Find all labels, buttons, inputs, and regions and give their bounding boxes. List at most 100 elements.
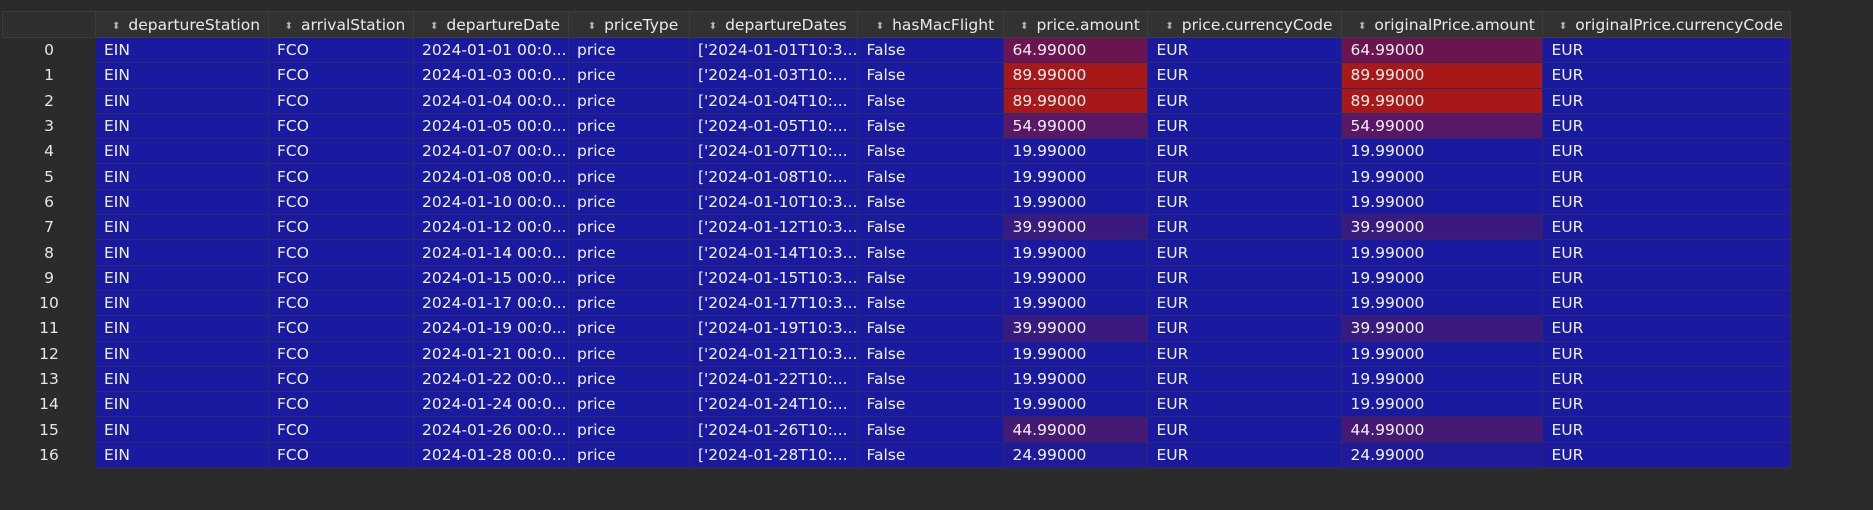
- table-cell[interactable]: EIN: [95, 36, 269, 64]
- table-cell[interactable]: price: [568, 214, 690, 241]
- table-cell[interactable]: False: [857, 441, 1005, 469]
- table-cell[interactable]: 2024-01-24 00:0...: [413, 391, 569, 418]
- table-cell[interactable]: 2024-01-12 00:0...: [413, 214, 569, 241]
- column-header[interactable]: ⬍ departureDate: [413, 11, 569, 38]
- table-cell[interactable]: price: [568, 138, 690, 165]
- table-cell[interactable]: FCO: [268, 62, 414, 89]
- table-row[interactable]: 3 EIN FCO 2024-01-05 00:0... price ['2024-01-…: [2, 112, 1792, 140]
- table-cell[interactable]: FCO: [268, 441, 414, 469]
- table-cell[interactable]: 2024-01-26 00:0...: [413, 416, 569, 443]
- sort-icon[interactable]: ⬍: [1559, 21, 1567, 32]
- table-cell[interactable]: 19.99000: [1341, 239, 1544, 266]
- table-cell[interactable]: EIN: [95, 188, 269, 216]
- sort-icon[interactable]: ⬍: [709, 21, 717, 32]
- table-cell[interactable]: 89.99000: [1003, 87, 1149, 114]
- column-header[interactable]: ⬍ originalPrice.amount: [1341, 11, 1544, 38]
- table-cell[interactable]: EUR: [1542, 264, 1792, 291]
- table-cell[interactable]: 19.99000: [1003, 264, 1149, 291]
- table-row[interactable]: 6 EIN FCO 2024-01-10 00:0... price ['2024-01-…: [2, 188, 1792, 216]
- table-cell[interactable]: 44.99000: [1003, 416, 1149, 443]
- table-cell[interactable]: False: [857, 138, 1005, 165]
- table-cell[interactable]: False: [857, 340, 1005, 367]
- table-cell[interactable]: EIN: [95, 441, 269, 469]
- table-cell[interactable]: 2024-01-17 00:0...: [413, 289, 569, 317]
- table-cell[interactable]: False: [857, 239, 1005, 266]
- table-cell[interactable]: EIN: [95, 138, 269, 165]
- table-cell[interactable]: ['2024-01-19T10:3...: [688, 315, 859, 342]
- table-cell[interactable]: EUR: [1147, 188, 1343, 216]
- table-cell[interactable]: False: [857, 264, 1005, 291]
- table-cell[interactable]: EUR: [1147, 239, 1343, 266]
- table-cell[interactable]: FCO: [268, 340, 414, 367]
- table-cell[interactable]: price: [568, 391, 690, 418]
- table-cell[interactable]: 2024-01-19 00:0...: [413, 315, 569, 342]
- table-cell[interactable]: EIN: [95, 62, 269, 89]
- table-cell[interactable]: EUR: [1542, 163, 1792, 190]
- table-cell[interactable]: False: [857, 214, 1005, 241]
- table-cell[interactable]: EUR: [1542, 87, 1792, 114]
- table-row[interactable]: 7 EIN FCO 2024-01-12 00:0... price ['2024-01-…: [2, 214, 1792, 241]
- column-header[interactable]: ⬍ originalPrice.currencyCode: [1542, 11, 1792, 38]
- table-cell[interactable]: EUR: [1147, 365, 1343, 393]
- table-cell[interactable]: EUR: [1147, 289, 1343, 317]
- table-cell[interactable]: EUR: [1542, 340, 1792, 367]
- column-header[interactable]: ⬍ price.currencyCode: [1147, 11, 1343, 38]
- table-cell[interactable]: EUR: [1542, 112, 1792, 140]
- table-cell[interactable]: False: [857, 391, 1005, 418]
- table-cell[interactable]: EIN: [95, 239, 269, 266]
- table-cell[interactable]: 2024-01-21 00:0...: [413, 340, 569, 367]
- table-cell[interactable]: FCO: [268, 239, 414, 266]
- sort-icon[interactable]: ⬍: [1358, 21, 1366, 32]
- table-cell[interactable]: False: [857, 416, 1005, 443]
- table-cell[interactable]: ['2024-01-05T10:...: [688, 112, 859, 140]
- table-cell[interactable]: price: [568, 239, 690, 266]
- table-cell[interactable]: False: [857, 365, 1005, 393]
- table-cell[interactable]: FCO: [268, 36, 414, 64]
- table-cell[interactable]: False: [857, 62, 1005, 89]
- table-cell[interactable]: 54.99000: [1003, 112, 1149, 140]
- table-cell[interactable]: EIN: [95, 365, 269, 393]
- table-cell[interactable]: False: [857, 289, 1005, 317]
- sort-icon[interactable]: ⬍: [285, 21, 293, 32]
- table-cell[interactable]: ['2024-01-21T10:3...: [688, 340, 859, 367]
- table-cell[interactable]: EIN: [95, 391, 269, 418]
- table-cell[interactable]: 19.99000: [1003, 239, 1149, 266]
- table-cell[interactable]: EUR: [1147, 36, 1343, 64]
- table-cell[interactable]: price: [568, 264, 690, 291]
- table-cell[interactable]: EUR: [1147, 214, 1343, 241]
- table-cell[interactable]: 2024-01-04 00:0...: [413, 87, 569, 114]
- table-cell[interactable]: ['2024-01-14T10:3...: [688, 239, 859, 266]
- table-cell[interactable]: False: [857, 36, 1005, 64]
- table-cell[interactable]: 54.99000: [1341, 112, 1544, 140]
- table-cell[interactable]: 2024-01-22 00:0...: [413, 365, 569, 393]
- column-header[interactable]: ⬍ departureStation: [95, 11, 269, 38]
- table-cell[interactable]: EUR: [1147, 62, 1343, 89]
- column-header[interactable]: ⬍ priceType: [568, 11, 690, 38]
- table-cell[interactable]: EUR: [1147, 163, 1343, 190]
- table-cell[interactable]: EUR: [1147, 340, 1343, 367]
- table-cell[interactable]: price: [568, 340, 690, 367]
- table-cell[interactable]: EIN: [95, 416, 269, 443]
- table-cell[interactable]: price: [568, 62, 690, 89]
- table-cell[interactable]: EUR: [1147, 138, 1343, 165]
- table-cell[interactable]: EIN: [95, 112, 269, 140]
- sort-icon[interactable]: ⬍: [588, 21, 596, 32]
- table-cell[interactable]: EUR: [1147, 391, 1343, 418]
- table-cell[interactable]: price: [568, 289, 690, 317]
- table-cell[interactable]: 19.99000: [1341, 340, 1544, 367]
- table-cell[interactable]: EUR: [1542, 391, 1792, 418]
- table-cell[interactable]: 19.99000: [1003, 188, 1149, 216]
- table-cell[interactable]: False: [857, 112, 1005, 140]
- table-cell[interactable]: 39.99000: [1003, 315, 1149, 342]
- table-cell[interactable]: ['2024-01-15T10:3...: [688, 264, 859, 291]
- table-cell[interactable]: FCO: [268, 214, 414, 241]
- table-cell[interactable]: FCO: [268, 264, 414, 291]
- table-cell[interactable]: EUR: [1542, 239, 1792, 266]
- table-cell[interactable]: False: [857, 188, 1005, 216]
- table-cell[interactable]: price: [568, 365, 690, 393]
- table-cell[interactable]: 44.99000: [1341, 416, 1544, 443]
- sort-icon[interactable]: ⬍: [112, 21, 120, 32]
- table-cell[interactable]: FCO: [268, 87, 414, 114]
- table-cell[interactable]: False: [857, 87, 1005, 114]
- table-cell[interactable]: 19.99000: [1341, 138, 1544, 165]
